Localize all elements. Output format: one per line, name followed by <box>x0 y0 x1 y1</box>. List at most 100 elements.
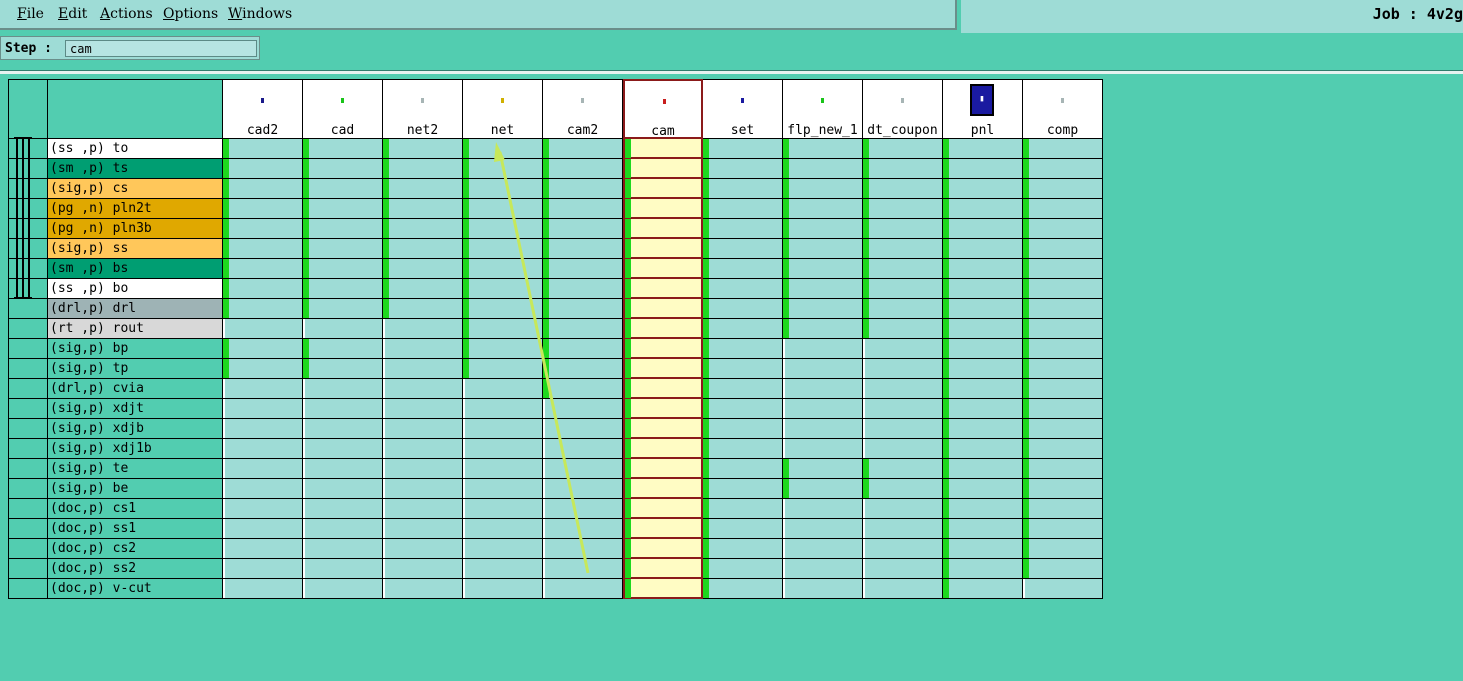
matrix-cell[interactable] <box>383 539 463 559</box>
matrix-cell[interactable] <box>303 279 383 299</box>
matrix-cell[interactable] <box>623 139 703 159</box>
matrix-cell[interactable] <box>943 359 1023 379</box>
matrix-cell[interactable] <box>1023 199 1103 219</box>
matrix-cell[interactable] <box>783 419 863 439</box>
matrix-cell[interactable] <box>383 299 463 319</box>
matrix-cell[interactable] <box>783 499 863 519</box>
matrix-cell[interactable] <box>783 199 863 219</box>
matrix-cell[interactable] <box>703 179 783 199</box>
matrix-cell[interactable] <box>863 359 943 379</box>
matrix-cell[interactable] <box>943 559 1023 579</box>
step-column-pnl[interactable]: ▮ pnl <box>943 79 1023 139</box>
matrix-cell[interactable] <box>463 419 543 439</box>
matrix-cell[interactable] <box>383 279 463 299</box>
matrix-cell[interactable] <box>303 439 383 459</box>
matrix-cell[interactable] <box>463 239 543 259</box>
matrix-cell[interactable] <box>1023 519 1103 539</box>
matrix-cell[interactable] <box>1023 579 1103 599</box>
matrix-cell[interactable] <box>1023 539 1103 559</box>
row-handle[interactable] <box>8 499 48 519</box>
row-handle[interactable] <box>8 559 48 579</box>
matrix-cell[interactable] <box>463 159 543 179</box>
matrix-cell[interactable] <box>303 399 383 419</box>
matrix-cell[interactable] <box>543 499 623 519</box>
matrix-cell[interactable] <box>783 579 863 599</box>
matrix-cell[interactable] <box>223 499 303 519</box>
matrix-cell[interactable] <box>383 139 463 159</box>
matrix-cell[interactable] <box>943 339 1023 359</box>
matrix-cell[interactable] <box>943 519 1023 539</box>
matrix-cell[interactable] <box>543 139 623 159</box>
matrix-cell[interactable] <box>623 259 703 279</box>
matrix-cell[interactable] <box>543 439 623 459</box>
matrix-cell[interactable] <box>543 319 623 339</box>
matrix-cell[interactable] <box>383 519 463 539</box>
matrix-cell[interactable] <box>223 519 303 539</box>
matrix-cell[interactable] <box>703 479 783 499</box>
matrix-cell[interactable] <box>703 459 783 479</box>
matrix-cell[interactable] <box>543 159 623 179</box>
row-handle[interactable] <box>8 439 48 459</box>
matrix-cell[interactable] <box>543 579 623 599</box>
matrix-cell[interactable] <box>1023 559 1103 579</box>
layer-name[interactable]: (doc,p) ss2 <box>48 559 223 579</box>
matrix-cell[interactable] <box>383 459 463 479</box>
matrix-cell[interactable] <box>303 199 383 219</box>
matrix-cell[interactable] <box>1023 219 1103 239</box>
layer-name[interactable]: (doc,p) cs2 <box>48 539 223 559</box>
matrix-cell[interactable] <box>703 579 783 599</box>
matrix-cell[interactable] <box>783 539 863 559</box>
step-column-cad[interactable]: cad <box>303 79 383 139</box>
matrix-cell[interactable] <box>783 399 863 419</box>
layer-name[interactable]: (doc,p) cs1 <box>48 499 223 519</box>
matrix-cell[interactable] <box>783 159 863 179</box>
matrix-cell[interactable] <box>543 359 623 379</box>
matrix-cell[interactable] <box>783 259 863 279</box>
layer-name[interactable]: (pg ,n) pln2t <box>48 199 223 219</box>
matrix-cell[interactable] <box>463 139 543 159</box>
matrix-cell[interactable] <box>543 559 623 579</box>
matrix-cell[interactable] <box>303 539 383 559</box>
matrix-cell[interactable] <box>383 399 463 419</box>
matrix-cell[interactable] <box>1023 479 1103 499</box>
matrix-cell[interactable] <box>1023 279 1103 299</box>
row-handle[interactable] <box>8 399 48 419</box>
matrix-cell[interactable] <box>543 339 623 359</box>
matrix-cell[interactable] <box>223 479 303 499</box>
matrix-cell[interactable] <box>783 459 863 479</box>
matrix-cell[interactable] <box>703 499 783 519</box>
matrix-cell[interactable] <box>703 519 783 539</box>
matrix-cell[interactable] <box>303 299 383 319</box>
matrix-cell[interactable] <box>623 359 703 379</box>
menu-options[interactable]: Options <box>163 6 218 22</box>
matrix-cell[interactable] <box>783 239 863 259</box>
matrix-cell[interactable] <box>303 499 383 519</box>
matrix-cell[interactable] <box>623 539 703 559</box>
row-handle[interactable] <box>8 379 48 399</box>
matrix-cell[interactable] <box>703 439 783 459</box>
matrix-cell[interactable] <box>303 159 383 179</box>
matrix-cell[interactable] <box>623 299 703 319</box>
matrix-cell[interactable] <box>223 139 303 159</box>
matrix-cell[interactable] <box>783 219 863 239</box>
matrix-cell[interactable] <box>1023 499 1103 519</box>
row-handle[interactable] <box>8 519 48 539</box>
matrix-cell[interactable] <box>703 259 783 279</box>
matrix-cell[interactable] <box>623 479 703 499</box>
matrix-cell[interactable] <box>1023 319 1103 339</box>
matrix-cell[interactable] <box>383 339 463 359</box>
matrix-cell[interactable] <box>943 259 1023 279</box>
matrix-cell[interactable] <box>623 579 703 599</box>
step-column-dt_coupon[interactable]: dt_coupon <box>863 79 943 139</box>
layer-name[interactable]: (sig,p) xdjt <box>48 399 223 419</box>
matrix-cell[interactable] <box>383 499 463 519</box>
matrix-cell[interactable] <box>383 579 463 599</box>
matrix-cell[interactable] <box>463 299 543 319</box>
matrix-cell[interactable] <box>463 199 543 219</box>
menu-windows[interactable]: Windows <box>228 6 292 22</box>
matrix-cell[interactable] <box>863 519 943 539</box>
matrix-cell[interactable] <box>703 319 783 339</box>
matrix-cell[interactable] <box>703 539 783 559</box>
matrix-cell[interactable] <box>543 459 623 479</box>
matrix-cell[interactable] <box>463 399 543 419</box>
